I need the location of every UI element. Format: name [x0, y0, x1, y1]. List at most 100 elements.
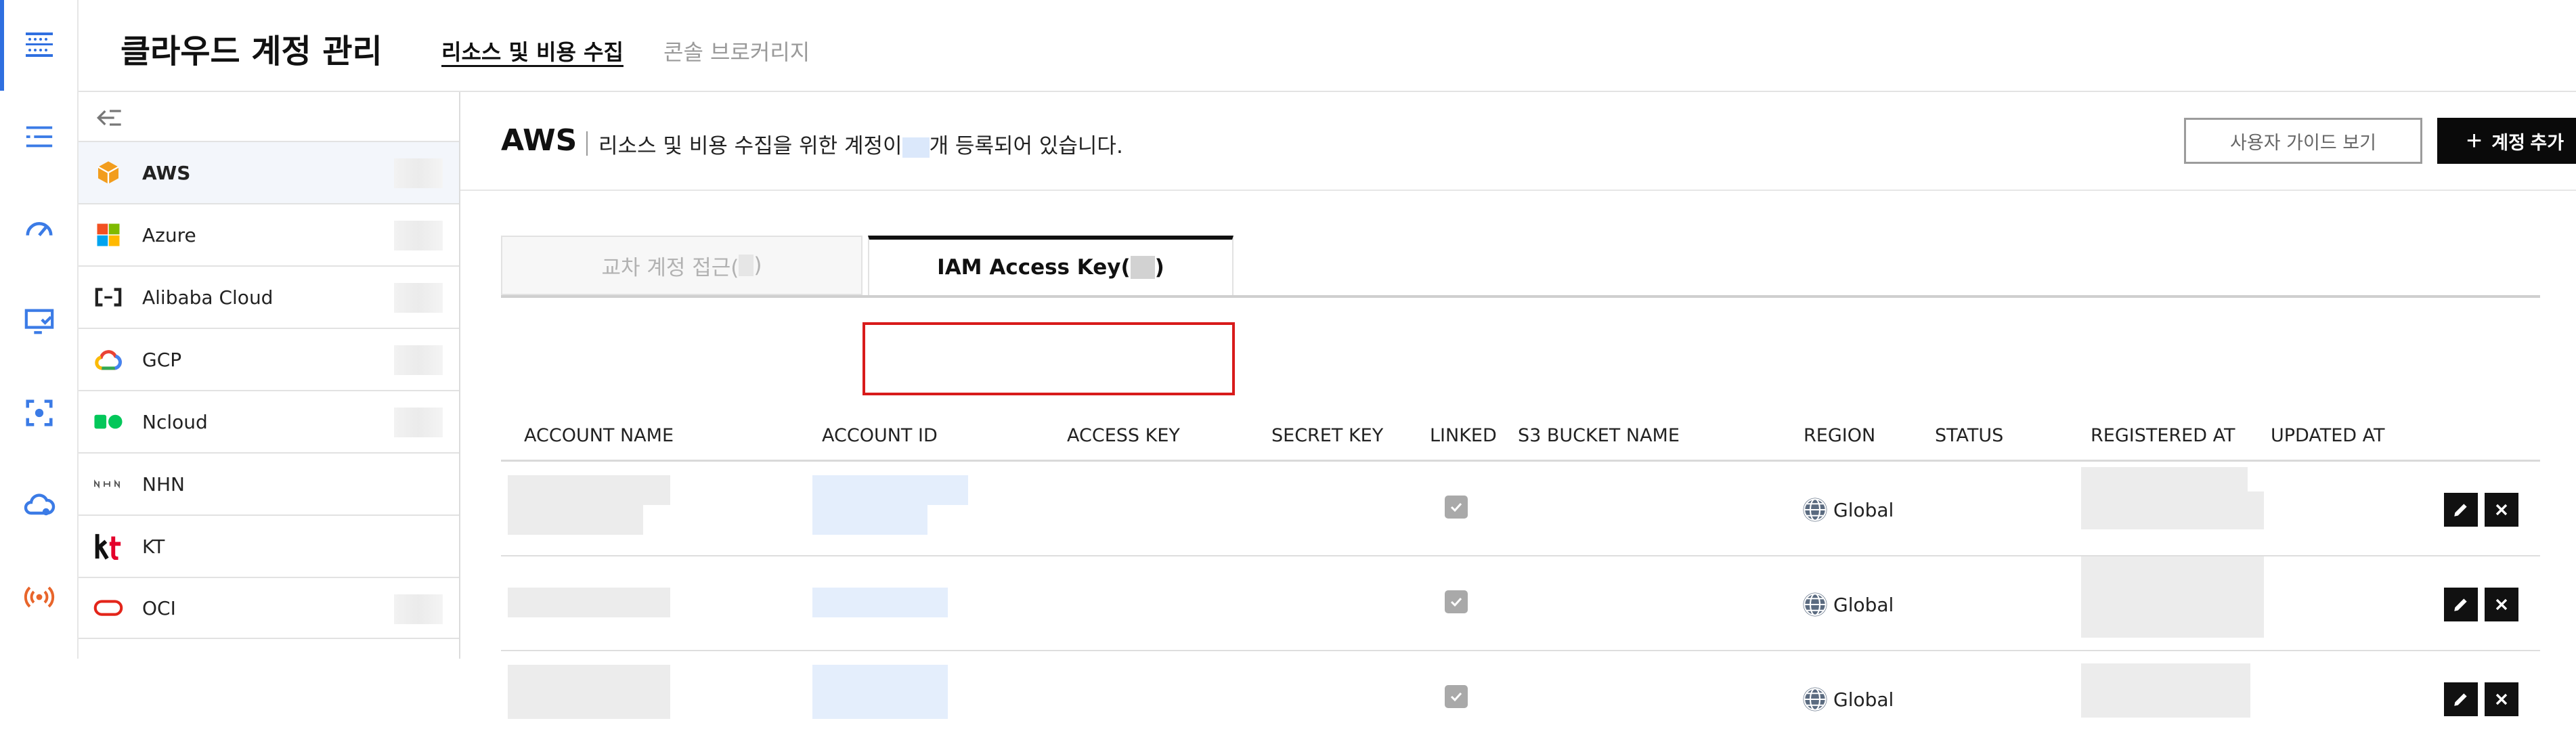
main-header: AWS 리소스 및 비용 수집을 위한 계정이 개 등록되어 있습니다. 사용자 … [460, 92, 2576, 191]
edit-button[interactable] [2444, 682, 2478, 716]
edit-button[interactable] [2444, 493, 2478, 527]
provider-label: Alibaba Cloud [142, 286, 274, 309]
provider-label: GCP [142, 348, 182, 371]
list-icon[interactable] [19, 116, 60, 157]
column-region: REGION [1804, 425, 1876, 446]
column-status: STATUS [1935, 425, 2004, 446]
account-name-masked [508, 475, 670, 505]
registered-at-masked [2081, 556, 2264, 638]
account-name-masked [508, 665, 670, 719]
description-text-end: 개 등록되어 있습니다. [929, 134, 1123, 158]
account-count-masked [394, 283, 443, 313]
provider-title: AWS [501, 123, 577, 158]
alibaba-bracket-icon [93, 282, 123, 312]
region-cell: Global [1801, 590, 1894, 619]
azure-windows-icon [93, 220, 123, 250]
monitor-check-icon[interactable] [19, 301, 60, 341]
close-icon [2495, 693, 2508, 705]
add-account-label: 계정 추가 [2491, 132, 2564, 153]
provider-label: KT [142, 535, 165, 558]
nhn-logo-icon [93, 469, 123, 499]
count-masked [1130, 256, 1155, 279]
icon-rail [0, 0, 79, 659]
provider-label: AWS [142, 161, 191, 184]
delete-button[interactable] [2485, 493, 2518, 527]
aws-cube-icon [93, 158, 123, 188]
registration-description: 리소스 및 비용 수집을 위한 계정이 개 등록되어 있습니다. [598, 129, 1123, 159]
delete-button[interactable] [2485, 588, 2518, 621]
cloud-gear-icon[interactable] [19, 485, 60, 525]
globe-icon [1803, 687, 1827, 711]
delete-button[interactable] [2485, 682, 2518, 716]
pencil-icon [2454, 693, 2467, 706]
description-text: 리소스 및 비용 수집을 위한 계정이 [598, 134, 902, 158]
region-label: Global [1833, 688, 1894, 711]
account-name-masked [508, 588, 670, 617]
sidebar-item-oci[interactable]: OCI [79, 577, 459, 639]
registered-at-masked [2081, 467, 2248, 491]
add-account-button[interactable]: + 계정 추가 [2437, 118, 2576, 164]
collapse-left-icon[interactable] [96, 107, 123, 134]
globe-icon [1803, 498, 1827, 522]
edit-button[interactable] [2444, 588, 2478, 621]
main-panel: AWS 리소스 및 비용 수집을 위한 계정이 개 등록되어 있습니다. 사용자 … [460, 92, 2576, 719]
column-account-id: ACCOUNT ID [822, 425, 938, 446]
tab-label: IAM Access Key( [937, 255, 1131, 280]
ncloud-icon [93, 407, 123, 437]
account-id-masked [812, 505, 927, 535]
provider-label: NHN [142, 473, 185, 496]
sidebar-item-azure[interactable]: Azure [79, 203, 459, 265]
table-row[interactable]: Global [501, 651, 2540, 746]
table-row[interactable]: Global [501, 556, 2540, 651]
close-icon [2495, 504, 2508, 516]
account-count-masked [394, 408, 443, 437]
region-label: Global [1833, 593, 1894, 616]
kt-logo-icon [93, 531, 123, 561]
column-s3-bucket-name: S3 BUCKET NAME [1518, 425, 1680, 446]
title-divider [586, 131, 588, 156]
tab-cross-account-access[interactable]: 교차 계정 접근() [501, 236, 863, 295]
tab-console-brokerage[interactable]: 콘솔 브로커리지 [663, 35, 810, 66]
column-updated-at: UPDATED AT [2271, 425, 2385, 446]
account-id-masked [812, 665, 948, 719]
linked-checkbox[interactable] [1445, 496, 1468, 519]
sidebar-item-aws[interactable]: AWS [79, 141, 459, 203]
linked-checkbox[interactable] [1445, 590, 1468, 613]
sidebar-item-nhn[interactable]: NHN [79, 452, 459, 514]
linked-checkbox[interactable] [1445, 685, 1468, 708]
accounts-table: ACCOUNT NAME ACCOUNT ID ACCESS KEY SECRE… [501, 330, 2540, 746]
table-header: ACCOUNT NAME ACCOUNT ID ACCESS KEY SECRE… [501, 406, 2540, 462]
broadcast-icon[interactable] [19, 577, 60, 617]
region-label: Global [1833, 498, 1894, 521]
close-icon [2495, 598, 2508, 611]
account-id-masked [812, 475, 968, 505]
sidebar-item-alibaba-cloud[interactable]: Alibaba Cloud [79, 265, 459, 328]
app-title: 클라우드 계정 관리 [121, 32, 383, 70]
sidebar-item-ncloud[interactable]: Ncloud [79, 390, 459, 452]
column-account-name: ACCOUNT NAME [524, 425, 674, 446]
count-masked [739, 255, 754, 276]
provider-label: OCI [142, 596, 176, 619]
account-count-masked [394, 158, 443, 188]
account-count-masked [394, 345, 443, 375]
column-access-key: ACCESS KEY [1067, 425, 1180, 446]
gcp-cloud-icon [93, 345, 123, 374]
account-count-masked [394, 594, 443, 624]
column-registered-at: REGISTERED AT [2091, 425, 2235, 446]
pencil-icon [2454, 504, 2467, 517]
account-name-masked [508, 505, 643, 535]
gauge-icon[interactable] [19, 209, 60, 249]
grid-menu-icon[interactable] [19, 24, 60, 65]
scan-icon[interactable] [19, 393, 60, 433]
account-id-masked [812, 588, 948, 617]
tab-resource-cost-collection[interactable]: 리소스 및 비용 수집 [441, 35, 624, 66]
user-guide-button[interactable]: 사용자 가이드 보기 [2184, 118, 2422, 164]
count-masked [902, 137, 930, 158]
pencil-icon [2454, 598, 2467, 611]
top-header: 클라우드 계정 관리 리소스 및 비용 수집 콘솔 브로커리지 [79, 0, 2576, 92]
sidebar-item-kt[interactable]: KT [79, 514, 459, 577]
sidebar-item-gcp[interactable]: GCP [79, 328, 459, 390]
region-cell: Global [1801, 496, 1894, 524]
table-row[interactable]: Global [501, 462, 2540, 556]
tab-iam-access-key[interactable]: IAM Access Key() [868, 236, 1234, 295]
